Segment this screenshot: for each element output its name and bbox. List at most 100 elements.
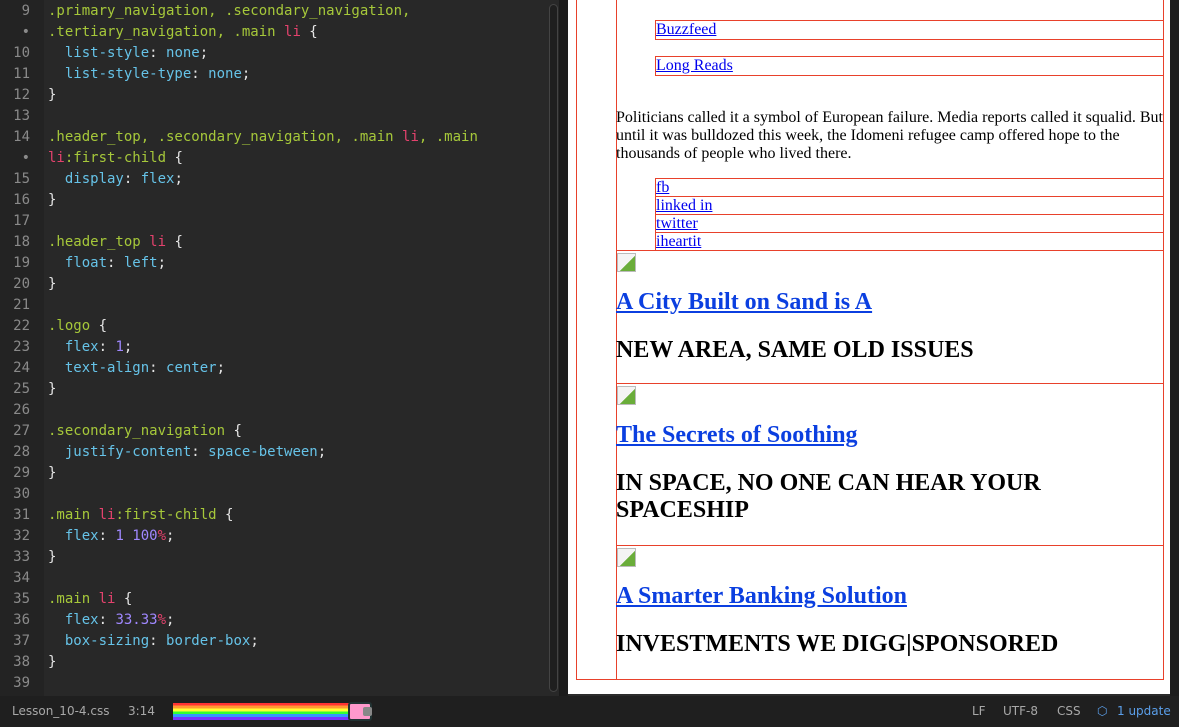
code-line[interactable]: } [48,190,56,211]
code-line[interactable]: flex: 1 100%; [48,526,175,547]
nav-link-long-reads[interactable]: Long Reads [656,57,733,75]
code-line[interactable]: list-style: none; [48,43,208,64]
article-title-link[interactable]: The Secrets of Soothing [616,422,858,449]
code-token: list-style [48,45,150,61]
code-line[interactable]: text-align: center; [48,358,225,379]
line-number: 24 [13,360,30,376]
code-token: } [48,381,57,397]
code-line[interactable]: .header_top, .secondary_navigation, .mai… [48,127,478,148]
broken-image-icon [617,253,636,272]
code-token: { [115,591,133,607]
code-token: { [225,423,242,439]
code-token: li [284,24,301,40]
line-number: 18 [13,234,30,250]
code-line[interactable]: } [48,85,56,106]
code-token: } [48,654,57,670]
code-line[interactable]: box-sizing: border-box; [48,631,259,652]
encoding[interactable]: UTF-8 [1003,696,1038,727]
code-line[interactable]: } [48,274,56,295]
code-line[interactable]: float: left; [48,253,166,274]
social-link-linkedin[interactable]: linked in [656,197,712,215]
code-line[interactable]: } [48,463,56,484]
social-item-box [655,214,1164,233]
line-number: 21 [13,297,30,313]
code-line[interactable]: } [48,652,56,673]
code-token: .secondary_navigation [48,423,226,439]
social-link-fb[interactable]: fb [656,179,669,197]
line-number: 14 [13,129,30,145]
code-token: : [98,528,116,544]
code-token: :first-child [115,507,217,523]
line-number: 16 [13,192,30,208]
code-line[interactable]: li:first-child { [48,148,183,169]
broken-image-icon [617,548,636,567]
social-item-box [655,232,1164,251]
social-link-iheartit[interactable]: iheartit [656,233,701,251]
code-token: : [98,612,116,628]
code-token: border-box [166,633,251,649]
line-number: • [21,150,30,166]
editor-scrollbar[interactable] [549,4,558,692]
code-line[interactable]: .main li:first-child { [48,505,233,526]
line-number: 38 [13,654,30,670]
code-token: .main [48,591,99,607]
code-token: % [157,612,167,628]
code-line[interactable]: .header_top li { [48,232,183,253]
file-name[interactable]: Lesson_10-4.css [12,696,109,727]
article-subtitle: INVESTMENTS WE DIGG|SPONSORED [616,631,1059,657]
code-token: } [48,87,57,103]
code-line[interactable]: .primary_navigation, .secondary_navigati… [48,1,410,22]
article-subtitle: IN SPACE, NO ONE CAN HEAR YOUR SPACESHIP [616,470,1041,523]
line-number: 31 [13,507,30,523]
line-number: • [21,24,30,40]
code-token: : [149,633,167,649]
line-number-gutter: 9 • 10 11 12 13 14 • 15 16 17 18 19 20 21 22 23 24 25 26 27 2… [0,0,44,696]
article-title-link[interactable]: A Smarter Banking Solution [616,583,907,610]
code-token: li [149,234,167,250]
social-link-twitter[interactable]: twitter [656,215,698,233]
line-number: 15 [13,171,30,187]
line-number: 22 [13,318,30,334]
code-token: } [48,192,57,208]
package-icon[interactable]: ⬡ [1097,696,1107,727]
code-line[interactable]: } [48,379,56,400]
code-line[interactable]: justify-content: space-between; [48,442,326,463]
code-token: flex [140,171,175,187]
code-line[interactable]: .tertiary_navigation, .main li { [48,22,318,43]
article-subtitle: NEW AREA, SAME OLD ISSUES [616,337,974,363]
line-number: 34 [13,570,30,586]
code-line[interactable]: flex: 33.33%; [48,610,175,631]
code-editor[interactable]: 9 • 10 11 12 13 14 • 15 16 17 18 19 20 21 22 23 24 25 26 27 2… [0,0,560,696]
updates-link[interactable]: 1 update [1117,696,1171,727]
line-number: 39 [13,675,30,691]
code-token: justify-content [48,444,192,460]
code-token: { [166,234,183,250]
code-line[interactable]: display: flex; [48,169,183,190]
article-title-link[interactable]: A City Built on Sand is A [616,289,872,316]
grammar[interactable]: CSS [1057,696,1081,727]
line-number: 29 [13,465,30,481]
code-line[interactable]: .logo { [48,316,107,337]
code-token: li [98,591,116,607]
line-ending[interactable]: LF [972,696,986,727]
code-line[interactable]: .secondary_navigation { [48,421,242,442]
code-line[interactable]: .main li { [48,589,132,610]
code-line[interactable]: flex: 1; [48,337,132,358]
code-token: none [166,45,200,61]
line-number: 36 [13,612,30,628]
code-token: li [48,150,65,166]
code-line[interactable]: } [48,547,56,568]
code-token: ; [123,339,133,355]
code-token: } [48,276,57,292]
nav-link-buzzfeed[interactable]: Buzzfeed [656,21,716,39]
line-number: 25 [13,381,30,397]
code-token: : [149,360,167,376]
code-token: 1 [115,339,124,355]
code-line[interactable]: list-style-type: none; [48,64,250,85]
cursor-position[interactable]: 3:14 [128,696,155,727]
code-token: ; [166,528,175,544]
code-token: flex [48,612,99,628]
line-number: 9 [21,3,30,19]
code-token: none [208,66,242,82]
pane-divider[interactable] [560,0,568,696]
